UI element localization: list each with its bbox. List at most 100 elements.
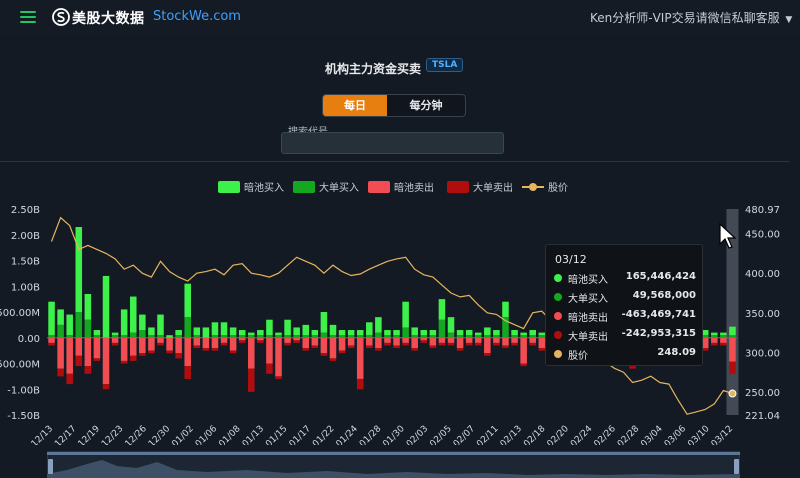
data-zoom-slider[interactable] [47, 450, 740, 478]
bar-dark-pool-sell [202, 337, 210, 349]
legend-dark-pool-buy[interactable]: 暗池买入 [218, 179, 284, 194]
tooltip-row: 股价 248.09 [554, 347, 696, 362]
bar-block-buy [338, 335, 346, 338]
x-axis-tick-label: 12/26 [124, 424, 150, 445]
bar-dark-pool-buy [711, 332, 718, 336]
bar-block-buy [729, 335, 736, 338]
bar-block-sell [711, 342, 718, 346]
bar-dark-pool-sell [238, 337, 246, 341]
tooltip-label: 暗池买入 [568, 275, 608, 286]
y2-axis-tick-label: 250.00 [745, 388, 780, 399]
brand-name[interactable]: 美股大数据 [72, 8, 145, 28]
y-axis-tick-label: -1.00B [7, 385, 40, 396]
legend-price[interactable]: 股价 [522, 179, 568, 194]
bar-dark-pool-sell [57, 337, 64, 369]
slider-window-top [47, 452, 740, 455]
bar-dark-pool-sell [66, 337, 73, 374]
bar-block-sell [456, 348, 464, 351]
bar-dark-pool-sell [356, 337, 364, 379]
bar-block-sell [484, 353, 491, 356]
bar-dark-pool-buy [402, 301, 409, 328]
bar-block-sell [184, 366, 191, 379]
tooltip-value: -463,469,741 [621, 309, 696, 320]
tooltip-label: 大单卖出 [568, 332, 608, 343]
tab-per-minute[interactable]: 每分钟 [387, 95, 465, 116]
bar-block-buy [84, 319, 92, 338]
bar-dark-pool-buy [356, 330, 364, 336]
tooltip-dot [554, 293, 562, 301]
bar-dark-pool-sell [529, 337, 536, 343]
bar-dark-pool-buy [202, 327, 210, 338]
legend-block-buy[interactable]: 大单买入 [293, 179, 359, 194]
x-axis-tick-label: 01/30 [381, 424, 407, 445]
x-axis-tick-label: 02/07 [452, 424, 477, 445]
s-logo-icon[interactable] [52, 8, 70, 26]
y2-axis-tick-label: 480.97 [745, 205, 780, 216]
bar-dark-pool-sell [302, 337, 310, 349]
bar-dark-pool-buy [284, 319, 291, 336]
legend-swatch [293, 181, 315, 193]
bar-block-sell [102, 384, 110, 390]
bar-dark-pool-buy [511, 330, 518, 336]
bar-block-buy [139, 330, 146, 338]
tooltip-label: 暗池卖出 [568, 313, 608, 324]
bar-block-sell [474, 342, 482, 346]
bar-block-buy [384, 335, 391, 338]
bar-block-sell [347, 345, 355, 349]
bar-dark-pool-buy [465, 330, 473, 336]
bar-block-buy [375, 332, 382, 338]
bar-dark-pool-sell [384, 337, 391, 343]
period-tabs: 每日 每分钟 [322, 94, 466, 117]
bar-block-buy [229, 335, 237, 338]
bar-dark-pool-buy [502, 301, 509, 318]
slider-handle-right[interactable] [734, 459, 739, 474]
bar-dark-pool-buy [184, 283, 191, 318]
bar-block-sell [238, 340, 246, 343]
bar-block-buy [238, 335, 246, 338]
legend-dark-pool-sell[interactable]: 暗池卖出 [368, 179, 434, 194]
bar-block-buy [720, 335, 727, 338]
bar-dark-pool-buy [720, 332, 727, 336]
search-input[interactable] [281, 132, 504, 154]
tooltip-label: 大单买入 [568, 294, 608, 305]
divider [0, 161, 790, 162]
bar-block-buy [484, 335, 491, 338]
x-axis-tick-label: 02/20 [546, 424, 572, 445]
slider-handle-left[interactable] [48, 459, 53, 474]
hamburger-icon[interactable] [20, 10, 36, 24]
bar-block-sell [465, 342, 473, 346]
bar-dark-pool-buy [220, 322, 228, 336]
bar-dark-pool-sell [102, 337, 110, 385]
bar-block-buy [429, 335, 437, 338]
x-axis-tick-label: 01/24 [335, 424, 361, 445]
bar-block-buy [366, 335, 373, 338]
bar-dark-pool-sell [493, 337, 500, 343]
legend-block-sell[interactable]: 大单卖出 [447, 179, 513, 194]
vip-contact-menu[interactable]: Ken分析师-VIP交易请微信私聊客服 ▼ [590, 9, 792, 26]
bar-block-sell [93, 358, 101, 361]
tab-daily[interactable]: 每日 [323, 95, 387, 116]
bar-dark-pool-sell [311, 337, 319, 346]
site-name[interactable]: StockWe.com [153, 9, 241, 24]
y-axis-tick-label: -500.00M [0, 360, 40, 371]
bar-block-sell [175, 353, 182, 359]
bar-block-sell [511, 342, 518, 346]
x-axis-tick-label: 01/17 [288, 424, 313, 445]
bar-dark-pool-sell [720, 337, 727, 343]
tooltip-row: 暗池买入 165,446,424 [554, 271, 696, 286]
bar-block-sell [75, 355, 83, 367]
bar-dark-pool-sell [257, 337, 264, 341]
bar-dark-pool-sell [329, 337, 337, 359]
legend-swatch [218, 181, 240, 193]
bar-block-buy [193, 335, 201, 338]
bar-dark-pool-buy [420, 330, 428, 336]
bar-block-sell [502, 345, 509, 349]
bar-dark-pool-buy [93, 330, 101, 336]
bar-dark-pool-buy [302, 324, 310, 336]
x-axis-tick-label: 02/24 [569, 424, 595, 445]
bar-dark-pool-sell [338, 337, 346, 351]
y2-axis-tick-label: 350.00 [745, 309, 780, 320]
bar-dark-pool-buy [66, 314, 73, 336]
bar-dark-pool-sell [347, 337, 355, 346]
bar-dark-pool-buy [57, 309, 64, 325]
